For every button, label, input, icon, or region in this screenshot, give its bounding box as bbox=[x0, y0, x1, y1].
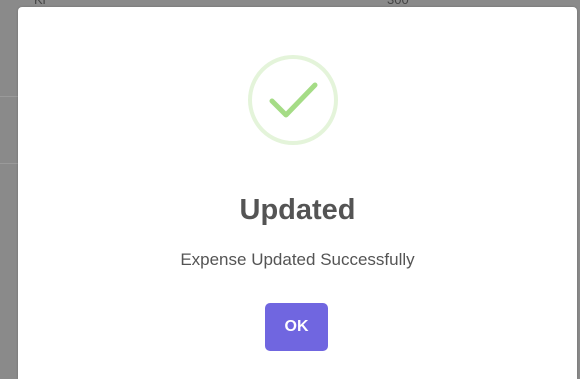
success-check-icon bbox=[247, 54, 339, 146]
background-text-left: Kr bbox=[34, 0, 47, 7]
background-divider bbox=[0, 96, 18, 97]
ok-button[interactable]: OK bbox=[265, 303, 328, 351]
dialog-title: Updated bbox=[239, 194, 356, 226]
background-text-right: 300 bbox=[387, 0, 409, 7]
background-divider bbox=[0, 163, 18, 164]
dialog-message: Expense Updated Successfully bbox=[180, 250, 415, 269]
success-dialog: Updated Expense Updated Successfully OK bbox=[18, 7, 577, 379]
